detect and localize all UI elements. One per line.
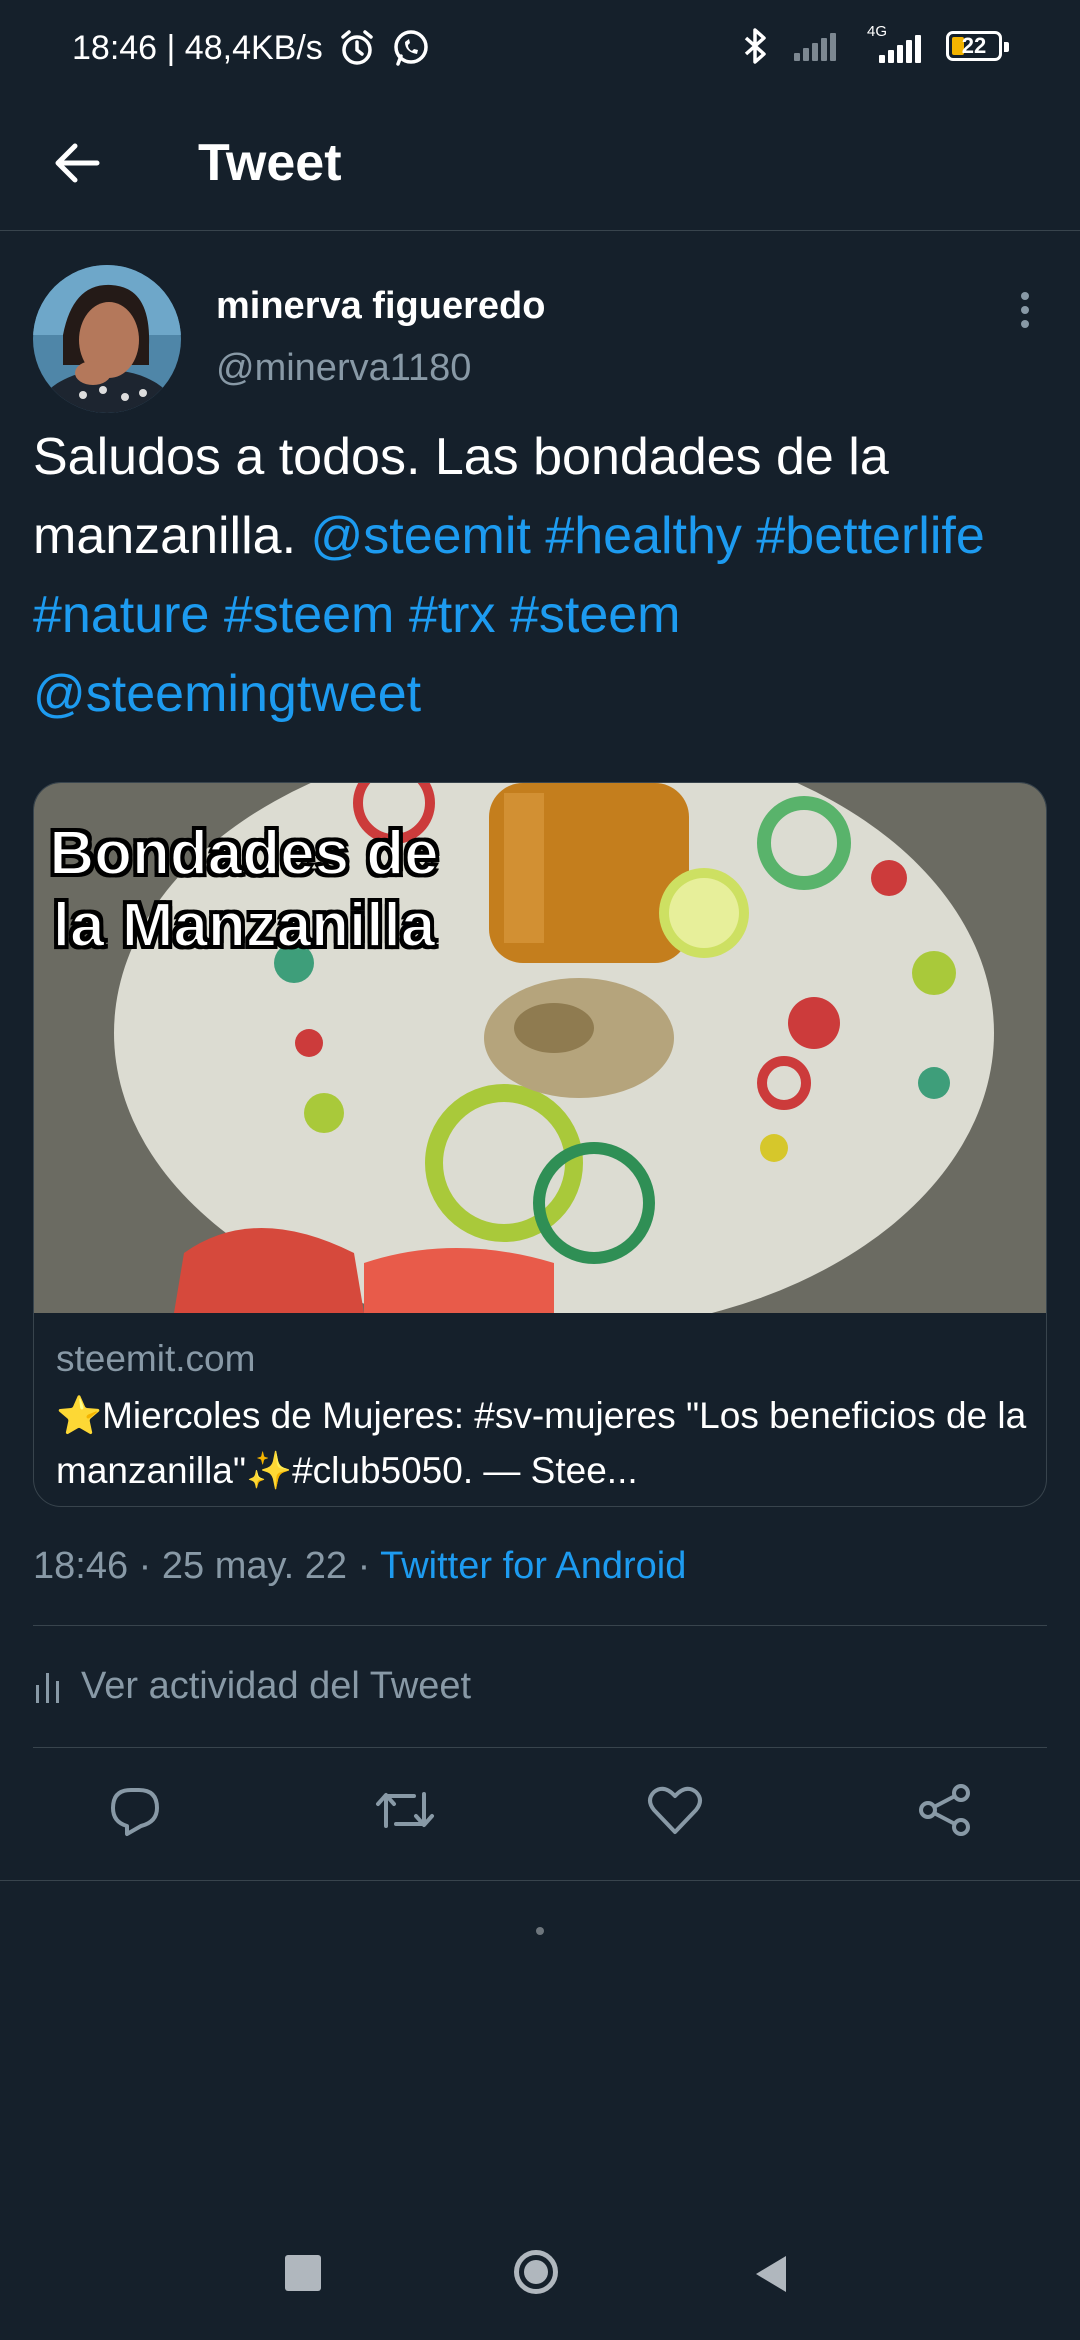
header: Tweet <box>0 100 1080 231</box>
system-navigation-bar <box>0 2220 1080 2340</box>
divider <box>0 1880 1080 1881</box>
tweet-source-link[interactable]: Twitter for Android <box>380 1545 686 1587</box>
status-right: 4G 22 <box>738 23 1009 66</box>
mention-link[interactable]: @steemit <box>310 507 530 565</box>
retweet-button[interactable] <box>365 1770 445 1850</box>
more-dot <box>1021 320 1029 328</box>
card-image: Bondades de la Manzanilla <box>34 783 1046 1333</box>
more-options-button[interactable] <box>1000 285 1050 335</box>
alarm-icon <box>341 30 373 65</box>
home-button[interactable] <box>514 2250 558 2294</box>
home-inner-dot <box>524 2260 548 2284</box>
retweet-icon <box>376 1792 434 1828</box>
network-type: 4G <box>867 23 888 40</box>
like-button[interactable] <box>635 1770 715 1850</box>
hashtag-link[interactable]: #trx <box>409 586 496 644</box>
share-button[interactable] <box>905 1770 985 1850</box>
card-image-overlay-text: Bondades de la Manzanilla <box>48 818 439 961</box>
battery-level: 22 <box>961 33 987 58</box>
mention-link[interactable]: @steemingtweet <box>33 665 421 723</box>
card-domain: steemit.com <box>56 1338 256 1379</box>
card-title: ⭐Miercoles de Mujeres: #sv-mujeres "Los … <box>56 1395 1027 1491</box>
link-card[interactable]: Bondades de la Manzanilla steemit.com ⭐M… <box>33 782 1047 1507</box>
reply-icon <box>111 1788 159 1836</box>
back-button[interactable] <box>42 128 112 198</box>
more-dot <box>1021 292 1029 300</box>
whatsapp-icon <box>394 30 428 66</box>
hashtag-link[interactable]: #steem <box>510 586 681 644</box>
hashtag-link[interactable]: #healthy <box>545 507 742 565</box>
share-icon <box>919 1784 970 1836</box>
analytics-icon <box>36 1672 59 1703</box>
activity-label: Ver actividad del Tweet <box>81 1665 472 1707</box>
status-bar: 18:46 | 48,4KB/s 4G 22 <box>0 0 1080 100</box>
back-arrow-icon <box>55 143 100 183</box>
author-name[interactable]: minerva figueredo <box>216 285 545 328</box>
bluetooth-icon <box>744 28 766 64</box>
avatar[interactable] <box>33 265 181 413</box>
tweet-activity-link[interactable]: Ver actividad del Tweet <box>33 1665 471 1708</box>
tweet-timestamp: 18:46 · 25 may. 22 · <box>33 1545 381 1587</box>
signal-icon-sim2: 4G <box>861 23 924 63</box>
battery-icon: 22 <box>946 31 1009 61</box>
tweet-text: Saludos a todos. Las bondades de la manz… <box>33 418 1053 734</box>
more-dot <box>1021 306 1029 314</box>
recent-apps-button[interactable] <box>285 2255 321 2291</box>
divider <box>33 1625 1047 1626</box>
reply-button[interactable] <box>95 1770 175 1850</box>
page-title: Tweet <box>198 134 342 192</box>
status-time-speed: 18:46 | 48,4KB/s <box>72 28 323 67</box>
status-left: 18:46 | 48,4KB/s <box>72 28 431 68</box>
loading-dot <box>536 1927 544 1935</box>
hashtag-link[interactable]: #betterlife <box>756 507 984 565</box>
back-nav-button[interactable] <box>752 2254 790 2294</box>
avatar-image <box>33 265 181 413</box>
heart-icon <box>648 1786 702 1834</box>
hashtag-link[interactable]: #nature <box>33 586 209 644</box>
signal-icon-sim1 <box>794 31 839 61</box>
author-handle[interactable]: @minerva1180 <box>216 347 471 390</box>
hashtag-link[interactable]: #steem <box>224 586 395 644</box>
tweet-actions <box>0 1770 1080 1860</box>
divider <box>33 1747 1047 1748</box>
tweet-meta: 18:46 · 25 may. 22 · Twitter for Android <box>33 1545 686 1588</box>
